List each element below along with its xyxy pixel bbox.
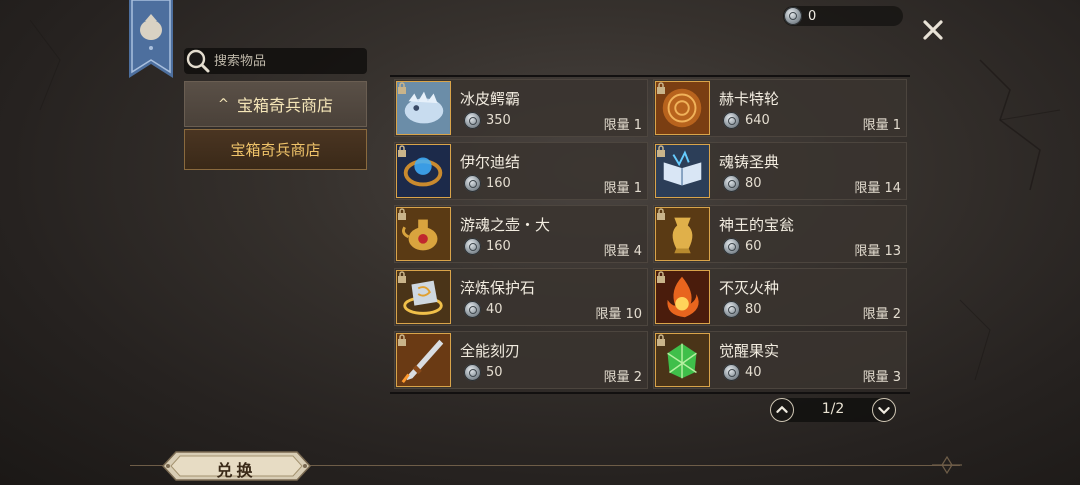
item-name: 淬炼保护石 (460, 279, 536, 297)
item-price: 40 (459, 301, 503, 318)
item-name: 赫卡特轮 (719, 90, 780, 108)
item-price: 50 (459, 364, 503, 381)
item-name: 不灭火种 (719, 279, 780, 297)
item-limit: 限量 4 (603, 244, 642, 259)
page-prev-button[interactable] (770, 398, 794, 422)
shop-item[interactable]: 游魂之壶・大 160 限量 4 (394, 205, 648, 263)
item-price: 350 (459, 112, 511, 129)
item-limit: 限量 10 (595, 307, 642, 322)
lock-icon (657, 145, 665, 157)
search-box (184, 48, 367, 74)
ornament-icon (932, 455, 962, 475)
search-icon[interactable] (185, 48, 211, 74)
shop-item[interactable]: 赫卡特轮 640 限量 1 (653, 79, 907, 137)
item-name: 魂铸圣典 (719, 153, 780, 171)
shop-item[interactable]: 淬炼保护石 40 限量 10 (394, 268, 648, 326)
pagination: 1/2 (770, 398, 896, 422)
search-input[interactable] (214, 53, 354, 69)
lock-icon (398, 82, 406, 94)
silver-coin-icon (464, 301, 481, 318)
category-item-label: 宝箱奇兵商店 (230, 141, 321, 159)
item-price: 40 (718, 364, 762, 381)
silver-coin-icon (464, 112, 481, 129)
lock-icon (398, 208, 406, 220)
item-name: 伊尔迪结 (460, 153, 521, 171)
item-limit: 限量 1 (603, 118, 642, 133)
item-price: 80 (718, 175, 762, 192)
silver-coin-icon (723, 364, 740, 381)
silver-coin-icon (723, 175, 740, 192)
shop-item[interactable]: 魂铸圣典 80 限量 14 (653, 142, 907, 200)
item-limit: 限量 3 (862, 370, 901, 385)
item-limit: 限量 13 (854, 244, 901, 259)
currency-value: 0 (808, 8, 817, 24)
lock-icon (398, 271, 406, 283)
silver-coin-icon (464, 175, 481, 192)
chevron-up-icon: ^ (218, 96, 229, 112)
item-limit: 限量 1 (862, 118, 901, 133)
lock-icon (398, 334, 406, 346)
silver-coin-icon (464, 364, 481, 381)
lock-icon (657, 82, 665, 94)
lock-icon (398, 145, 406, 157)
currency-bar: 0 (783, 6, 903, 26)
item-limit: 限量 2 (603, 370, 642, 385)
chevron-down-icon (878, 407, 890, 415)
silver-coin-icon (784, 7, 802, 25)
page-next-button[interactable] (872, 398, 896, 422)
item-price: 640 (718, 112, 770, 129)
item-limit: 限量 2 (862, 307, 901, 322)
lock-icon (657, 208, 665, 220)
exchange-button-label: 兑换 (216, 461, 257, 480)
category-item-selected[interactable]: 宝箱奇兵商店 (184, 129, 367, 170)
exchange-button[interactable]: 兑换 (162, 451, 311, 481)
shop-item[interactable]: 不灭火种 80 限量 2 (653, 268, 907, 326)
close-icon[interactable] (920, 17, 946, 43)
silver-coin-icon (723, 112, 740, 129)
shop-item[interactable]: 觉醒果实 40 限量 3 (653, 331, 907, 389)
shop-item[interactable]: 神王的宝瓮 60 限量 13 (653, 205, 907, 263)
silver-coin-icon (723, 238, 740, 255)
item-name: 觉醒果实 (719, 342, 780, 360)
bag-banner-icon (129, 0, 173, 78)
shop-item[interactable]: 冰皮鳄霸 350 限量 1 (394, 79, 648, 137)
silver-coin-icon (464, 238, 481, 255)
shop-item[interactable]: 伊尔迪结 160 限量 1 (394, 142, 648, 200)
lock-icon (657, 271, 665, 283)
item-limit: 限量 1 (603, 181, 642, 196)
item-name: 冰皮鳄霸 (460, 90, 521, 108)
lock-icon (657, 334, 665, 346)
item-limit: 限量 14 (854, 181, 901, 196)
category-header[interactable]: ^ 宝箱奇兵商店 (184, 81, 367, 127)
item-grid: 冰皮鳄霸 350 限量 1 赫卡特轮 640 限量 1 伊尔迪结 160 限量 … (394, 79, 907, 389)
category-header-label: 宝箱奇兵商店 (236, 96, 333, 115)
silver-coin-icon (723, 301, 740, 318)
grid-divider-bottom (390, 392, 910, 394)
item-price: 160 (459, 175, 511, 192)
item-price: 80 (718, 301, 762, 318)
item-name: 游魂之壶・大 (460, 216, 551, 234)
grid-divider-top (390, 75, 910, 77)
chevron-up-icon (776, 405, 788, 413)
item-price: 60 (718, 238, 762, 255)
item-name: 神王的宝瓮 (719, 216, 795, 234)
item-name: 全能刻刃 (460, 342, 521, 360)
shop-item[interactable]: 全能刻刃 50 限量 2 (394, 331, 648, 389)
item-price: 160 (459, 238, 511, 255)
